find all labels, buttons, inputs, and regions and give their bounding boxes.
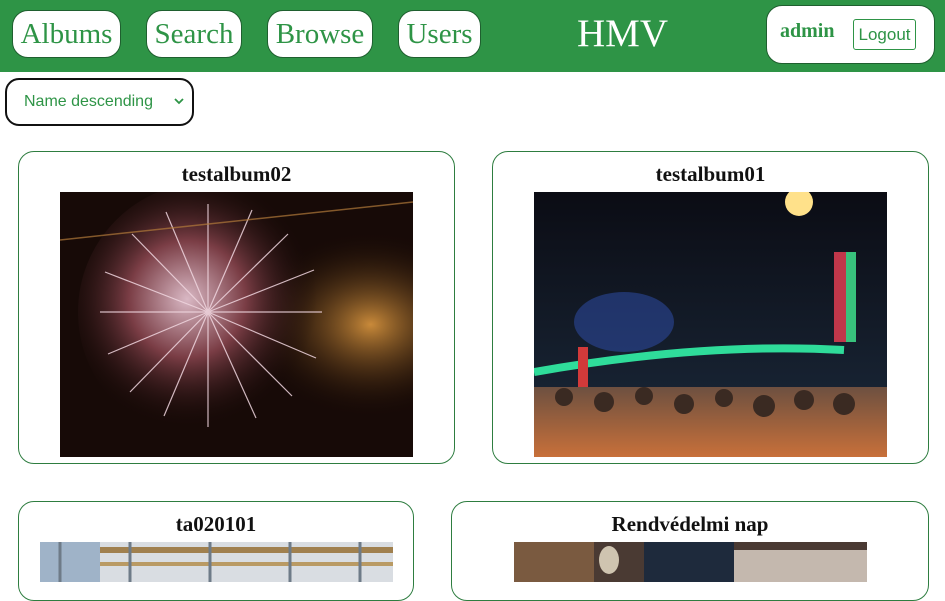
album-card[interactable]: ta020101 [18,501,414,601]
album-card[interactable]: testalbum01 [492,151,929,464]
logout-button[interactable]: Logout [853,19,916,50]
album-thumbnail[interactable] [40,542,393,582]
album-thumbnail[interactable] [514,542,867,582]
album-title: Rendvédelmi nap [611,512,769,536]
album-title: testalbum02 [181,162,292,186]
user-panel: admin Logout [766,5,935,64]
nav-browse-button[interactable]: Browse [267,10,373,58]
album-thumbnail[interactable] [60,192,413,457]
chevron-down-icon [174,98,184,105]
album-thumbnail[interactable] [534,192,887,457]
nav-albums-button[interactable]: Albums [12,10,121,58]
album-title: testalbum01 [655,162,766,186]
album-card[interactable]: Rendvédelmi nap [451,501,929,601]
album-card[interactable]: testalbum02 [18,151,455,464]
sort-select[interactable]: Name descending [5,78,194,126]
sort-selected-value: Name descending [24,93,153,110]
nav-users-button[interactable]: Users [398,10,481,58]
current-username: admin [780,20,835,42]
album-title: ta020101 [175,512,257,536]
site-brand: HMV [577,12,669,55]
top-navigation-bar: Albums Search Browse Users HMV admin Log… [0,0,945,72]
nav-search-button[interactable]: Search [146,10,242,58]
